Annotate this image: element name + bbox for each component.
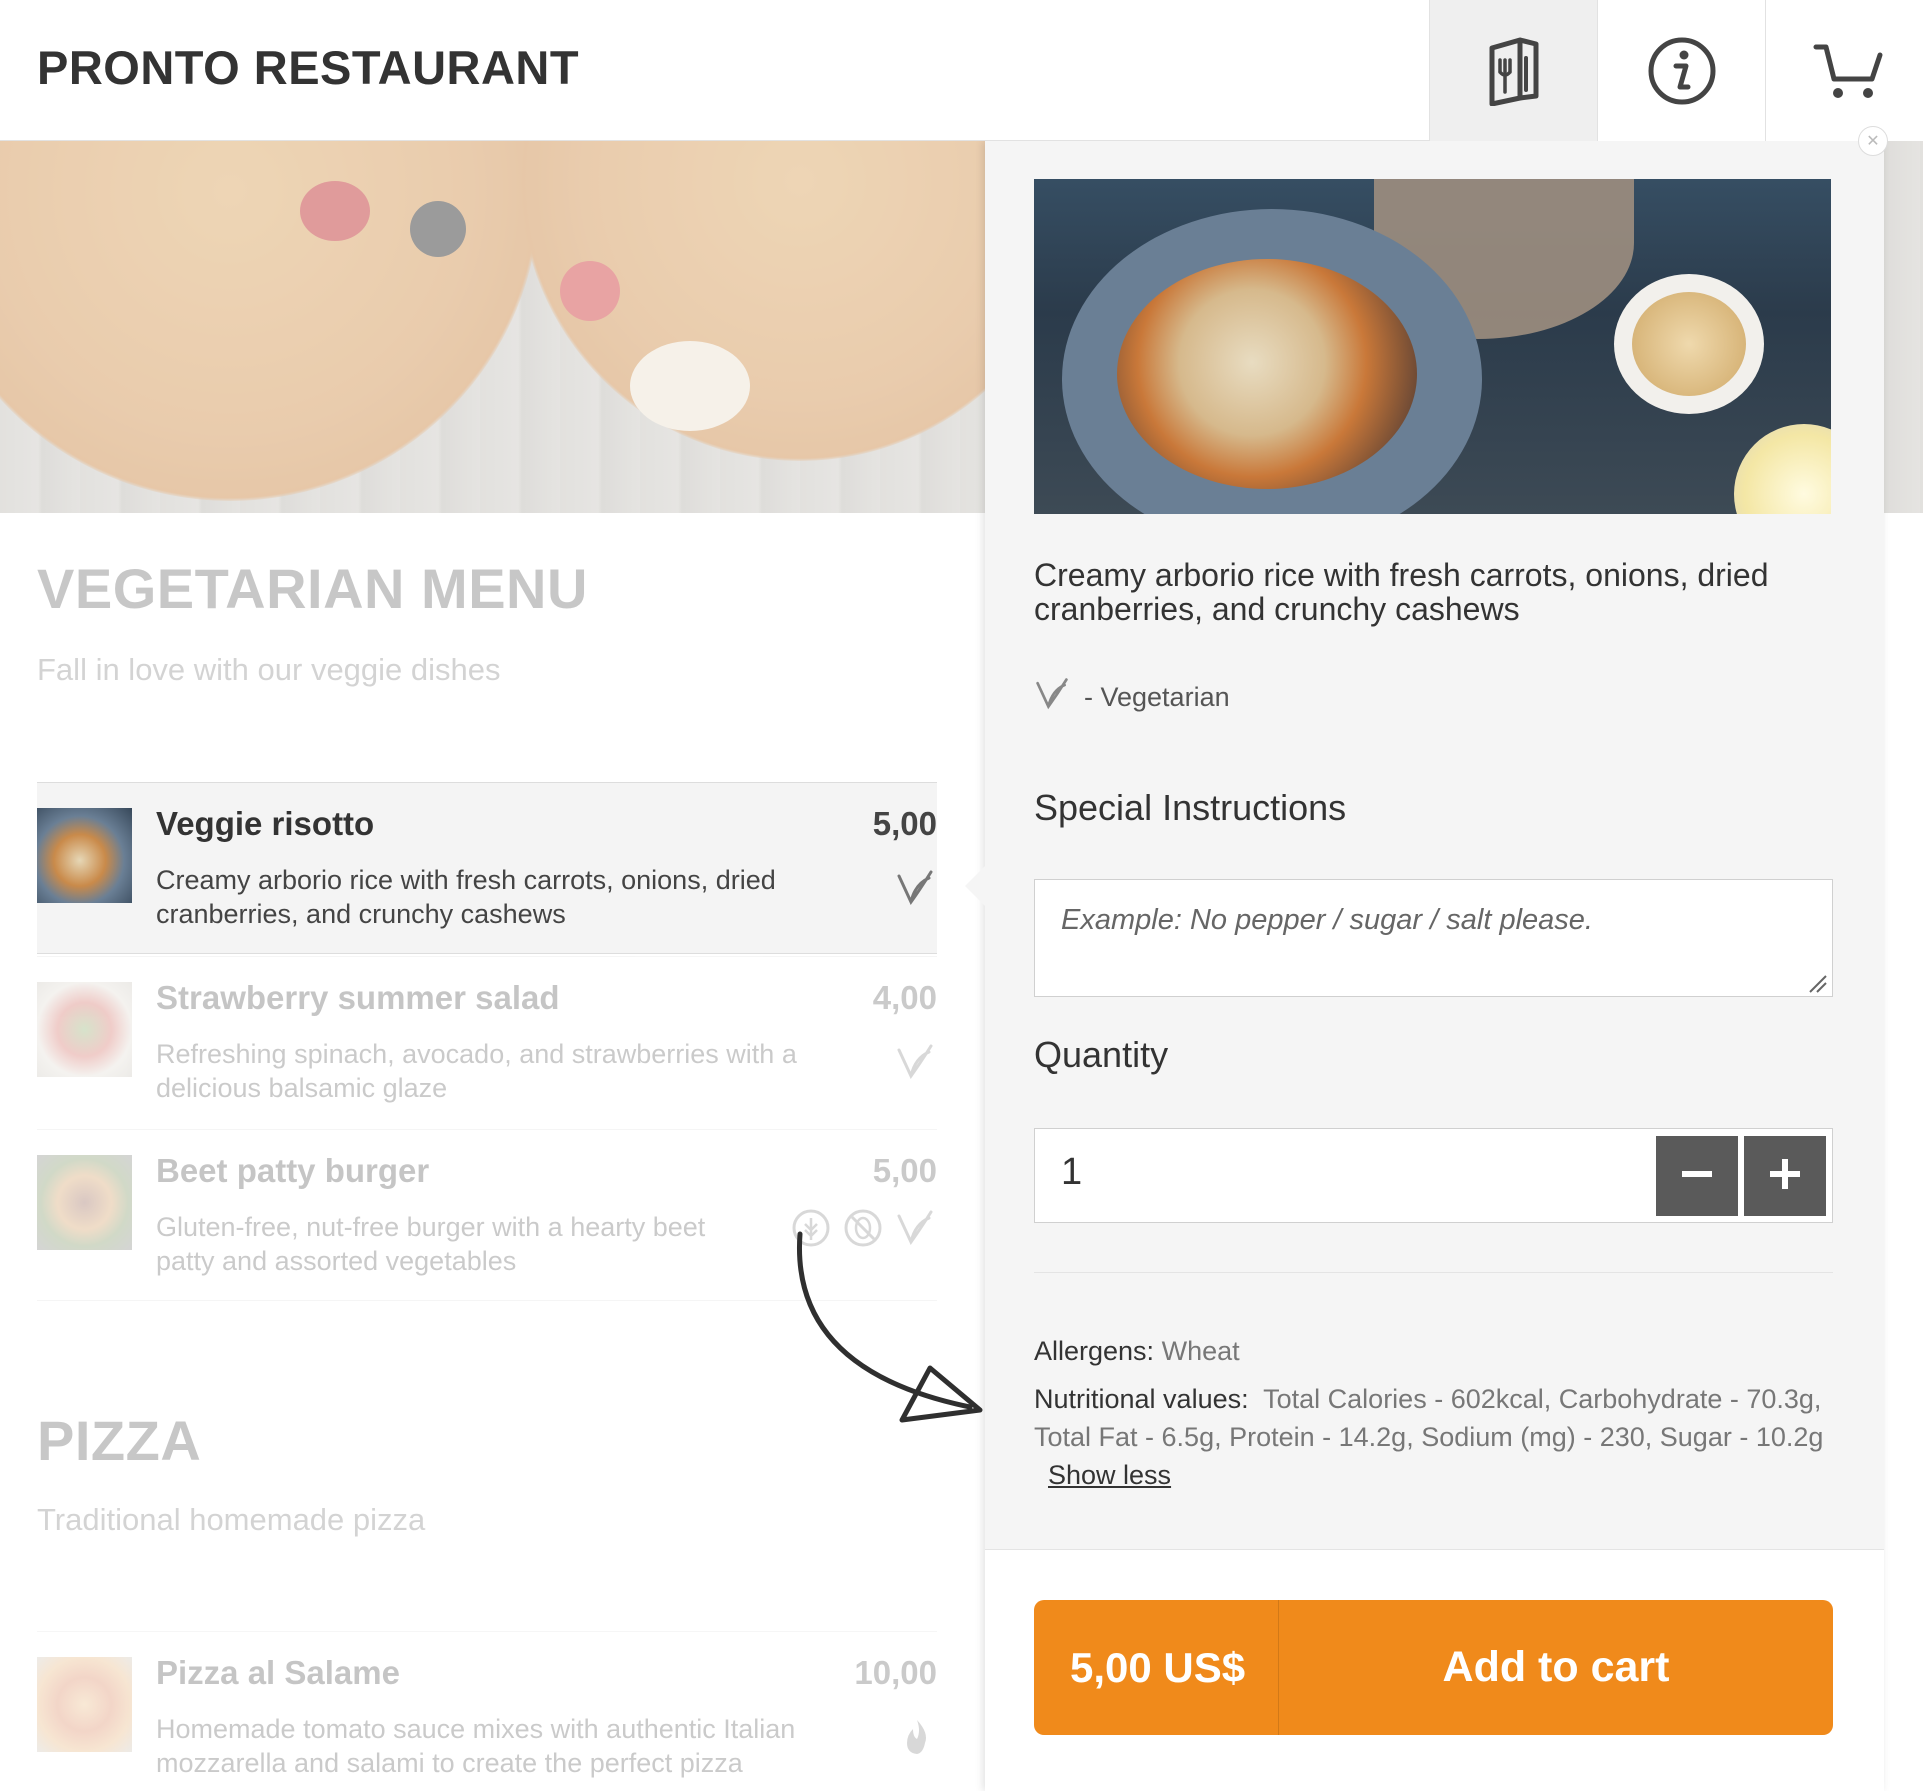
- show-less-link[interactable]: Show less: [1048, 1460, 1171, 1490]
- menu-item-pizza-al-salame[interactable]: Pizza al Salame Homemade tomato sauce mi…: [37, 1631, 937, 1791]
- item-name: Pizza al Salame: [156, 1654, 400, 1691]
- cart-price: 5,00 US$: [1034, 1600, 1279, 1735]
- allergens-value: Wheat: [1161, 1336, 1240, 1366]
- menu-button[interactable]: [1429, 0, 1597, 141]
- dish-description: Creamy arborio rice with fresh carrots, …: [1034, 557, 1769, 627]
- panel-pointer: [965, 864, 987, 908]
- dish-image: [1034, 179, 1831, 514]
- item-description: Creamy arborio rice with fresh carrots, …: [156, 865, 776, 929]
- brand-title: PRONTO RESTAURANT: [37, 41, 580, 94]
- item-price: 4,00: [872, 979, 937, 1016]
- item-price: 5,00: [872, 1152, 937, 1189]
- quantity-label: Quantity: [1034, 1034, 1169, 1075]
- menu-item-strawberry-salad[interactable]: Strawberry summer salad Refreshing spina…: [37, 956, 937, 1128]
- info-icon: [1646, 35, 1718, 107]
- vegetarian-icon: [895, 868, 935, 913]
- vegetarian-icon: [895, 1042, 935, 1087]
- menu-book-icon: [1486, 36, 1542, 106]
- dish-thumbnail: [37, 808, 132, 903]
- nutrition-label: Nutritional values:: [1034, 1384, 1249, 1414]
- item-name: Beet patty burger: [156, 1152, 430, 1189]
- spicy-icon: [899, 1717, 935, 1762]
- allergens-label: Allergens:: [1034, 1336, 1155, 1366]
- cart-button[interactable]: [1765, 0, 1923, 141]
- resize-handle-icon[interactable]: [1806, 972, 1828, 999]
- section-subtitle-vegetarian: Fall in love with our veggie dishes: [37, 652, 501, 687]
- plus-icon: [1768, 1157, 1802, 1196]
- annotation-arrow-icon: [780, 1220, 1000, 1445]
- special-instructions-input[interactable]: [1034, 879, 1833, 997]
- allergens-info: Allergens: Wheat: [1034, 1332, 1824, 1370]
- dietary-tag-label: - Vegetarian: [1084, 682, 1230, 712]
- cart-icon: [1812, 39, 1888, 103]
- item-description: Refreshing spinach, avocado, and strawbe…: [156, 1039, 797, 1103]
- decrease-quantity-button[interactable]: [1656, 1136, 1738, 1216]
- vegetarian-icon: [1034, 676, 1070, 719]
- dish-thumbnail: [37, 1657, 132, 1752]
- info-button[interactable]: [1597, 0, 1765, 141]
- item-name: Veggie risotto: [156, 805, 375, 842]
- add-to-cart-label: Add to cart: [1442, 1643, 1670, 1691]
- minus-icon: [1680, 1157, 1714, 1196]
- section-title-pizza: PIZZA: [37, 1409, 202, 1472]
- special-instructions-label: Special Instructions: [1034, 787, 1347, 828]
- item-description: Gluten-free, nut-free burger with a hear…: [156, 1212, 706, 1276]
- close-icon[interactable]: ✕: [1858, 126, 1888, 156]
- dish-thumbnail: [37, 982, 132, 1077]
- top-header: PRONTO RESTAURANT: [0, 0, 1923, 141]
- menu-item-veggie-risotto[interactable]: Veggie risotto Creamy arborio rice with …: [37, 782, 937, 954]
- item-name: Strawberry summer salad: [156, 979, 560, 1016]
- dish-thumbnail: [37, 1155, 132, 1250]
- nutrition-info: Nutritional values: Total Calories - 602…: [1034, 1380, 1824, 1494]
- item-price: 5,00: [872, 805, 937, 842]
- item-price: 10,00: [854, 1654, 937, 1691]
- quantity-input[interactable]: [1061, 1151, 1461, 1194]
- section-title-vegetarian: VEGETARIAN MENU: [37, 557, 588, 620]
- add-to-cart-button[interactable]: 5,00 US$ Add to cart: [1034, 1600, 1833, 1735]
- item-description: Homemade tomato sauce mixes with authent…: [156, 1714, 796, 1778]
- quantity-stepper: [1034, 1128, 1833, 1223]
- panel-divider: [1034, 1272, 1833, 1273]
- increase-quantity-button[interactable]: [1744, 1136, 1826, 1216]
- dietary-tag: - Vegetarian: [1034, 676, 1230, 719]
- section-subtitle-pizza: Traditional homemade pizza: [37, 1502, 426, 1537]
